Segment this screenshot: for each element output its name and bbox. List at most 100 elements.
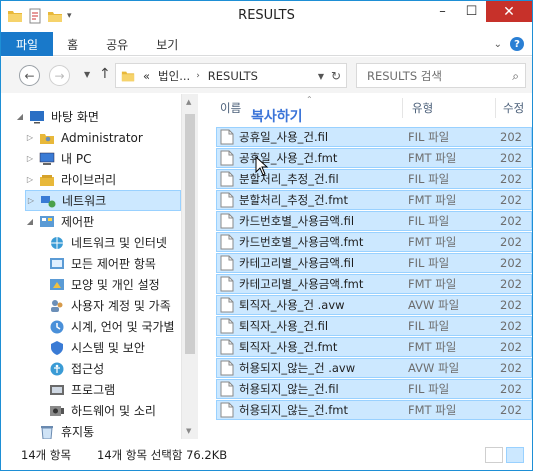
nav-item-accessibility[interactable]: 접근성: [35, 358, 104, 379]
expand-ribbon-icon[interactable]: ⌄: [494, 39, 502, 50]
close-button[interactable]: ✕: [486, 1, 532, 22]
nav-item-label: 사용자 계정 및 가족: [71, 299, 171, 313]
nav-item-desktop[interactable]: ◢ 바탕 화면: [15, 106, 99, 127]
library-icon: [40, 174, 54, 186]
nav-item-recycle-bin[interactable]: 휴지통: [25, 421, 94, 439]
nav-item-this-pc[interactable]: ▷ 내 PC: [25, 148, 92, 169]
file-icon: [220, 129, 234, 145]
column-divider[interactable]: [402, 98, 403, 118]
column-header-name[interactable]: 이름: [220, 94, 241, 122]
computer-icon: [39, 152, 55, 165]
navigation-scrollbar[interactable]: ▲ ▼: [181, 94, 198, 439]
file-type: FMT 파일: [408, 151, 457, 165]
collapse-arrow-icon[interactable]: ◢: [25, 217, 35, 226]
file-icon: [220, 360, 234, 376]
file-row[interactable]: 허용되지_않는_건 .avw AVW 파일 202: [216, 358, 532, 378]
file-date: 202: [500, 235, 522, 249]
address-row: ← → ▼ ↑ « 법인... › RESULTS ▼ ↻ RESULTS 검색…: [1, 57, 532, 93]
breadcrumb-item[interactable]: 법인...: [158, 68, 190, 84]
tab-home[interactable]: 홈: [53, 32, 92, 56]
column-header-type[interactable]: 유형: [412, 94, 433, 122]
nav-item-label: 바탕 화면: [51, 110, 99, 124]
breadcrumb-overflow[interactable]: «: [143, 69, 150, 83]
address-bar[interactable]: « 법인... › RESULTS ▼ ↻: [115, 63, 347, 88]
file-icon: [220, 234, 234, 250]
nav-item-label: Administrator: [61, 130, 143, 145]
file-date: 202: [500, 319, 522, 333]
tab-file[interactable]: 파일: [1, 32, 54, 56]
file-row[interactable]: 공휴일_사용_건.fil FIL 파일 202: [216, 127, 532, 147]
file-row[interactable]: 카드번호별_사용금액.fil FIL 파일 202: [216, 211, 532, 231]
nav-item-network[interactable]: ▷ 네트워크: [25, 190, 181, 211]
nav-item-system-security[interactable]: 시스템 및 보안: [35, 337, 145, 358]
maximize-button[interactable]: ☐: [457, 1, 486, 22]
file-date: 202: [500, 340, 522, 354]
scroll-up-icon[interactable]: ▲: [186, 98, 191, 106]
nav-item-network-internet[interactable]: 네트워크 및 인터넷: [35, 232, 167, 253]
large-icons-view-icon[interactable]: [506, 447, 524, 463]
tab-view[interactable]: 보기: [142, 32, 192, 56]
breadcrumb-item[interactable]: RESULTS: [208, 69, 258, 83]
breadcrumb-separator-icon[interactable]: ›: [196, 71, 200, 81]
nav-item-label: 모양 및 개인 설정: [71, 278, 160, 292]
nav-item-programs[interactable]: 프로그램: [35, 379, 115, 400]
file-type: FMT 파일: [408, 340, 457, 354]
minimize-button[interactable]: –: [428, 1, 457, 22]
expand-arrow-icon[interactable]: ▷: [25, 133, 35, 142]
nav-item-personalization[interactable]: 모양 및 개인 설정: [35, 274, 160, 295]
file-row[interactable]: 카테고리별_사용금액.fmt FMT 파일 202: [216, 274, 532, 294]
search-input[interactable]: RESULTS 검색 ⌕: [356, 63, 526, 88]
file-type: FMT 파일: [408, 403, 457, 417]
control-panel-items-icon: [50, 257, 64, 269]
refresh-icon[interactable]: ↻: [331, 69, 341, 83]
nav-item-administrator[interactable]: ▷ Administrator: [25, 127, 143, 148]
help-icon[interactable]: ?: [510, 37, 524, 51]
details-view-icon[interactable]: [485, 447, 503, 463]
file-icon: [220, 213, 234, 229]
nav-item-hardware-sound[interactable]: 하드웨어 및 소리: [35, 400, 156, 421]
column-divider[interactable]: [495, 98, 496, 118]
file-row[interactable]: 분할처리_추정_건.fmt FMT 파일 202: [216, 190, 532, 210]
search-icon: ⌕: [512, 69, 519, 83]
back-button[interactable]: ←: [19, 65, 40, 86]
file-row[interactable]: 카드번호별_사용금액.fmt FMT 파일 202: [216, 232, 532, 252]
file-type: FIL 파일: [408, 214, 450, 228]
window-controls: – ☐ ✕: [428, 1, 532, 22]
file-icon: [220, 171, 234, 187]
sort-ascending-icon: ⌃: [306, 95, 313, 104]
file-type: FIL 파일: [408, 382, 450, 396]
file-row[interactable]: 퇴직자_사용_건 .avw AVW 파일 202: [216, 295, 532, 315]
nav-item-clock-language[interactable]: 시계, 언어 및 국가별: [35, 316, 175, 337]
file-type: FIL 파일: [408, 172, 450, 186]
expand-arrow-icon[interactable]: ▷: [25, 175, 35, 184]
expand-arrow-icon[interactable]: ▷: [26, 196, 36, 205]
file-row[interactable]: 카테고리별_사용금액.fil FIL 파일 202: [216, 253, 532, 273]
expand-arrow-icon[interactable]: ▷: [25, 154, 35, 163]
file-row[interactable]: 퇴직자_사용_건.fil FIL 파일 202: [216, 316, 532, 336]
column-header-date[interactable]: 수정: [503, 94, 524, 122]
nav-item-user-accounts[interactable]: 사용자 계정 및 가족: [35, 295, 171, 316]
user-accounts-icon: [51, 299, 63, 312]
nav-item-label: 접근성: [71, 362, 105, 376]
scrollbar-thumb[interactable]: [185, 114, 195, 354]
file-type: FIL 파일: [408, 130, 450, 144]
recent-locations-icon[interactable]: ▼: [84, 70, 90, 79]
file-row[interactable]: 허용되지_않는_건.fmt FMT 파일 202: [216, 400, 532, 420]
file-row[interactable]: 허용되지_않는_건.fil FIL 파일 202: [216, 379, 532, 399]
scroll-down-icon[interactable]: ▼: [186, 427, 191, 435]
file-row[interactable]: 퇴직자_사용_건.fmt FMT 파일 202: [216, 337, 532, 357]
nav-item-control-panel[interactable]: ◢ 제어판: [25, 211, 94, 232]
control-panel-icon: [40, 215, 54, 227]
nav-item-label: 내 PC: [61, 152, 92, 166]
file-icon: [220, 318, 234, 334]
nav-item-libraries[interactable]: ▷ 라이브러리: [25, 169, 116, 190]
collapse-arrow-icon[interactable]: ◢: [15, 112, 25, 121]
address-dropdown-icon[interactable]: ▼: [318, 72, 324, 81]
clock-language-icon: [50, 320, 64, 333]
file-name: 퇴직자_사용_건.fil: [239, 319, 329, 333]
nav-item-all-control-panel-items[interactable]: 모든 제어판 항목: [35, 253, 156, 274]
tab-share[interactable]: 공유: [92, 32, 142, 56]
hardware-sound-icon: [50, 405, 64, 416]
up-button[interactable]: ↑: [99, 66, 111, 82]
forward-button[interactable]: →: [49, 65, 70, 86]
